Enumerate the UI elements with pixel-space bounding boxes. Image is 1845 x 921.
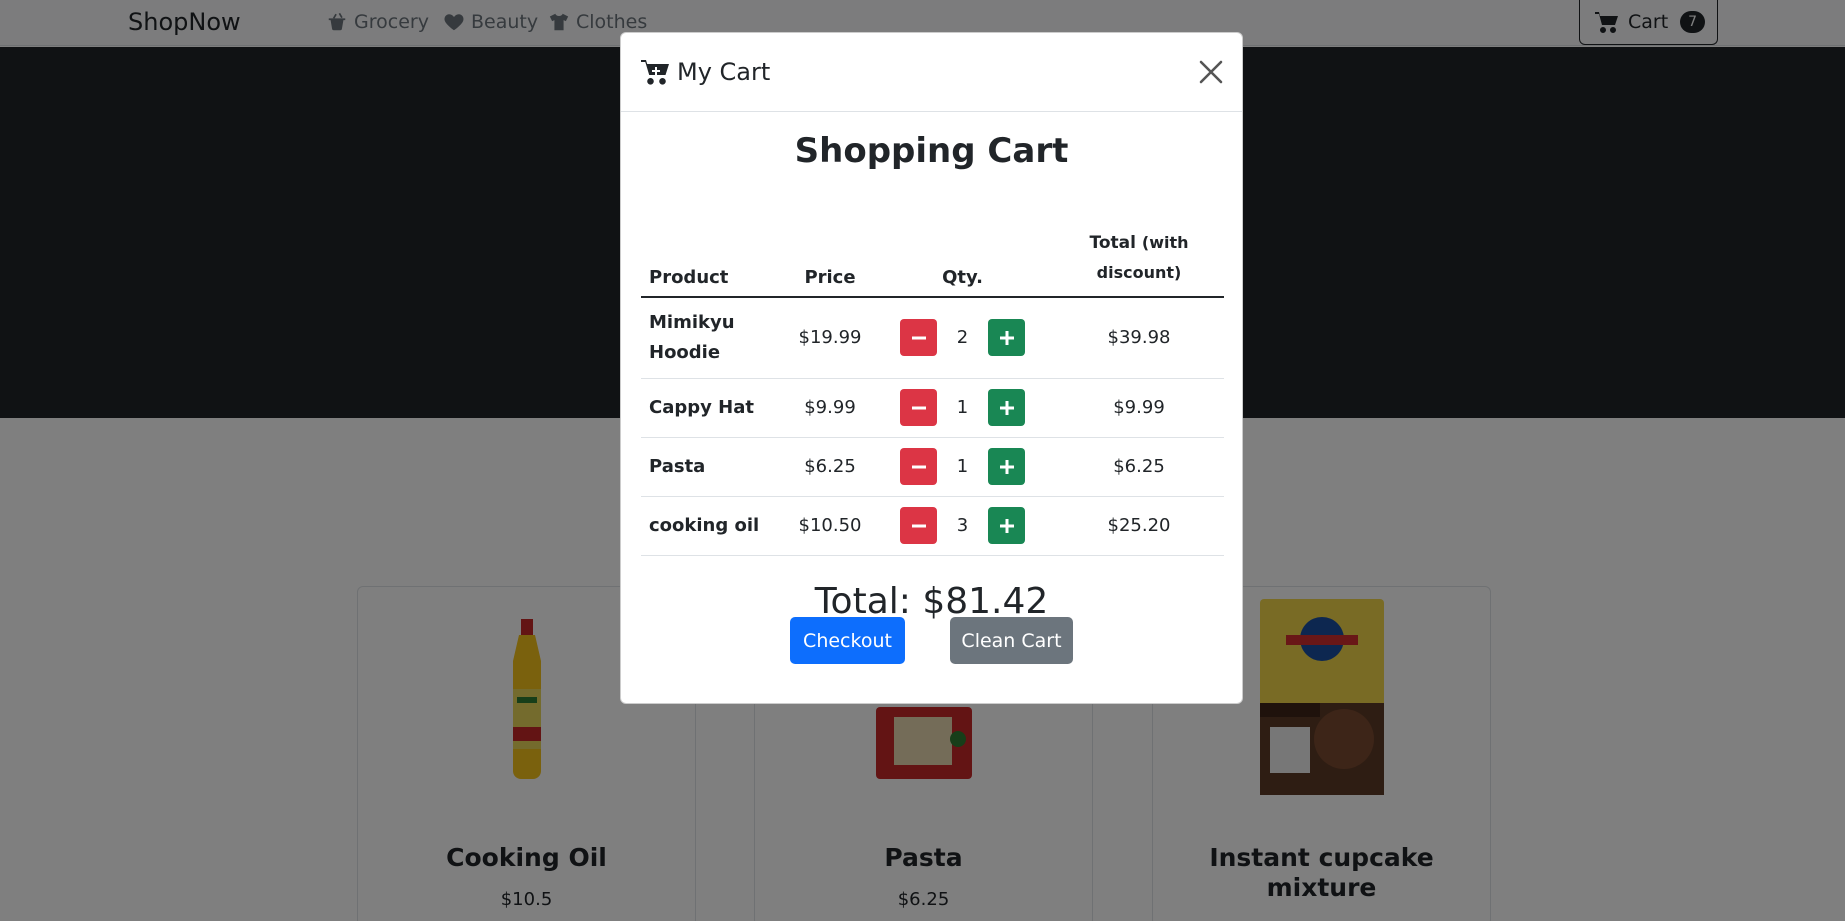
minus-icon (911, 336, 926, 340)
increase-qty-button[interactable] (988, 319, 1025, 357)
decrease-qty-button[interactable] (900, 319, 937, 357)
decrease-qty-button[interactable] (900, 448, 937, 485)
cart-modal: My Cart Shopping Cart Product Price Qty.… (620, 32, 1243, 704)
item-total: $39.98 (1054, 297, 1224, 379)
item-price: $6.25 (789, 437, 871, 497)
table-header-row: Product Price Qty. Total (with discount) (641, 217, 1224, 298)
item-price: $19.99 (789, 297, 871, 379)
column-header-price: Price (789, 217, 871, 298)
close-button[interactable] (1196, 57, 1226, 87)
decrease-qty-button[interactable] (900, 507, 937, 544)
table-row: cooking oil $10.50 3 $25.20 (641, 496, 1224, 556)
cart-icon (641, 60, 669, 85)
close-icon (1199, 60, 1223, 84)
item-product: Pasta (641, 437, 789, 497)
plus-icon (999, 518, 1014, 533)
grand-total: Total: $81.42 (814, 581, 1049, 622)
plus-icon (999, 330, 1014, 345)
item-qty-cell: 1 (871, 378, 1054, 438)
clean-cart-button[interactable]: Clean Cart (950, 617, 1073, 664)
increase-qty-button[interactable] (988, 389, 1025, 426)
item-qty: 1 (956, 456, 969, 477)
table-row: Cappy Hat $9.99 1 $9.99 (641, 378, 1224, 438)
item-product: Cappy Hat (641, 378, 789, 438)
checkout-button[interactable]: Checkout (790, 617, 905, 664)
column-header-qty: Qty. (871, 217, 1054, 298)
item-price: $9.99 (789, 378, 871, 438)
item-qty: 1 (956, 397, 969, 418)
column-header-product: Product (641, 217, 789, 298)
item-qty: 2 (956, 327, 969, 349)
increase-qty-button[interactable] (988, 507, 1025, 544)
item-qty-cell: 3 (871, 496, 1054, 556)
plus-icon (999, 400, 1014, 415)
decrease-qty-button[interactable] (900, 389, 937, 426)
item-qty-cell: 1 (871, 437, 1054, 497)
table-row: Pasta $6.25 1 $6.25 (641, 437, 1224, 497)
modal-header: My Cart (621, 33, 1242, 112)
cart-table: Product Price Qty. Total (with discount)… (641, 217, 1224, 556)
minus-icon (911, 465, 926, 468)
increase-qty-button[interactable] (988, 448, 1025, 485)
modal-title: My Cart (677, 58, 771, 86)
cart-heading: Shopping Cart (794, 131, 1069, 171)
minus-icon (911, 406, 926, 409)
plus-icon (999, 459, 1014, 474)
item-total: $6.25 (1054, 437, 1224, 497)
item-product: cooking oil (641, 496, 789, 556)
item-total: $9.99 (1054, 378, 1224, 438)
item-qty-cell: 2 (871, 297, 1054, 379)
column-header-total-label: Total (1089, 233, 1136, 253)
column-header-total: Total (with discount) (1054, 217, 1224, 298)
item-price: $10.50 (789, 496, 871, 556)
item-qty: 3 (956, 515, 969, 536)
item-product: Mimikyu Hoodie (641, 297, 789, 379)
item-total: $25.20 (1054, 496, 1224, 556)
table-row: Mimikyu Hoodie $19.99 2 $39.98 (641, 297, 1224, 379)
minus-icon (911, 524, 926, 527)
